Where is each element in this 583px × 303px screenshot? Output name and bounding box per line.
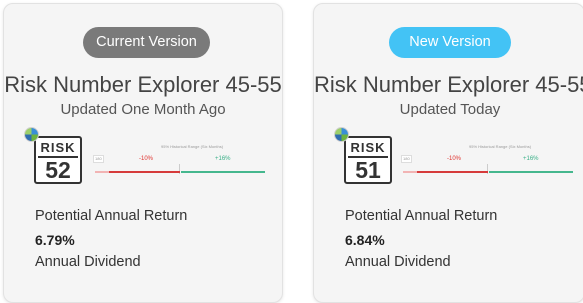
avatar-icon bbox=[334, 127, 349, 142]
return-value: 6.79% bbox=[35, 232, 75, 248]
risk-number: 52 bbox=[45, 156, 71, 183]
current-version-card: Current Version Risk Number Explorer 45-… bbox=[3, 3, 283, 303]
range-positive: +16% bbox=[215, 156, 231, 162]
updated-text: Updated Today bbox=[399, 101, 501, 118]
dividend-label: Annual Dividend bbox=[35, 254, 141, 270]
return-label: Potential Annual Return bbox=[345, 208, 498, 224]
range-bar-positive bbox=[489, 171, 573, 173]
range-caption: 95% Historical Range (Six Months) bbox=[469, 144, 532, 149]
new-version-badge: New Version bbox=[389, 27, 511, 58]
range-bar-negative bbox=[417, 171, 488, 173]
range-positive: +16% bbox=[523, 156, 539, 162]
risk-number: 51 bbox=[355, 156, 381, 183]
range-bar-positive bbox=[181, 171, 265, 173]
range-caption: 95% Historical Range (Six Months) bbox=[161, 144, 224, 149]
historical-range-bar: 95% Historical Range (Six Months) 180 -1… bbox=[93, 144, 265, 184]
portfolio-title: Risk Number Explorer 45-55 bbox=[4, 72, 282, 97]
range-bar-pale bbox=[403, 171, 417, 173]
range-small-label: 180 bbox=[401, 155, 412, 163]
risk-word: RISK bbox=[350, 140, 386, 155]
updated-text: Updated One Month Ago bbox=[60, 101, 226, 118]
avatar-icon bbox=[24, 127, 39, 142]
return-value: 6.84% bbox=[345, 232, 385, 248]
risk-word: RISK bbox=[40, 140, 76, 155]
range-bar-negative bbox=[109, 171, 180, 173]
return-label: Potential Annual Return bbox=[35, 208, 188, 224]
dividend-label: Annual Dividend bbox=[345, 254, 451, 270]
current-version-badge: Current Version bbox=[83, 27, 210, 58]
historical-range-bar: 95% Historical Range (Six Months) 180 -1… bbox=[401, 144, 576, 184]
risk-number-badge: RISK 51 bbox=[344, 136, 392, 184]
range-negative: -10% bbox=[139, 156, 154, 162]
range-small-label: 180 bbox=[93, 155, 104, 163]
portfolio-title: Risk Number Explorer 45-55 bbox=[314, 72, 583, 97]
range-bar-pale bbox=[95, 171, 109, 173]
range-negative: -10% bbox=[447, 156, 462, 162]
risk-number-badge: RISK 52 bbox=[34, 136, 82, 184]
new-version-card: New Version Risk Number Explorer 45-55 U… bbox=[313, 3, 583, 303]
